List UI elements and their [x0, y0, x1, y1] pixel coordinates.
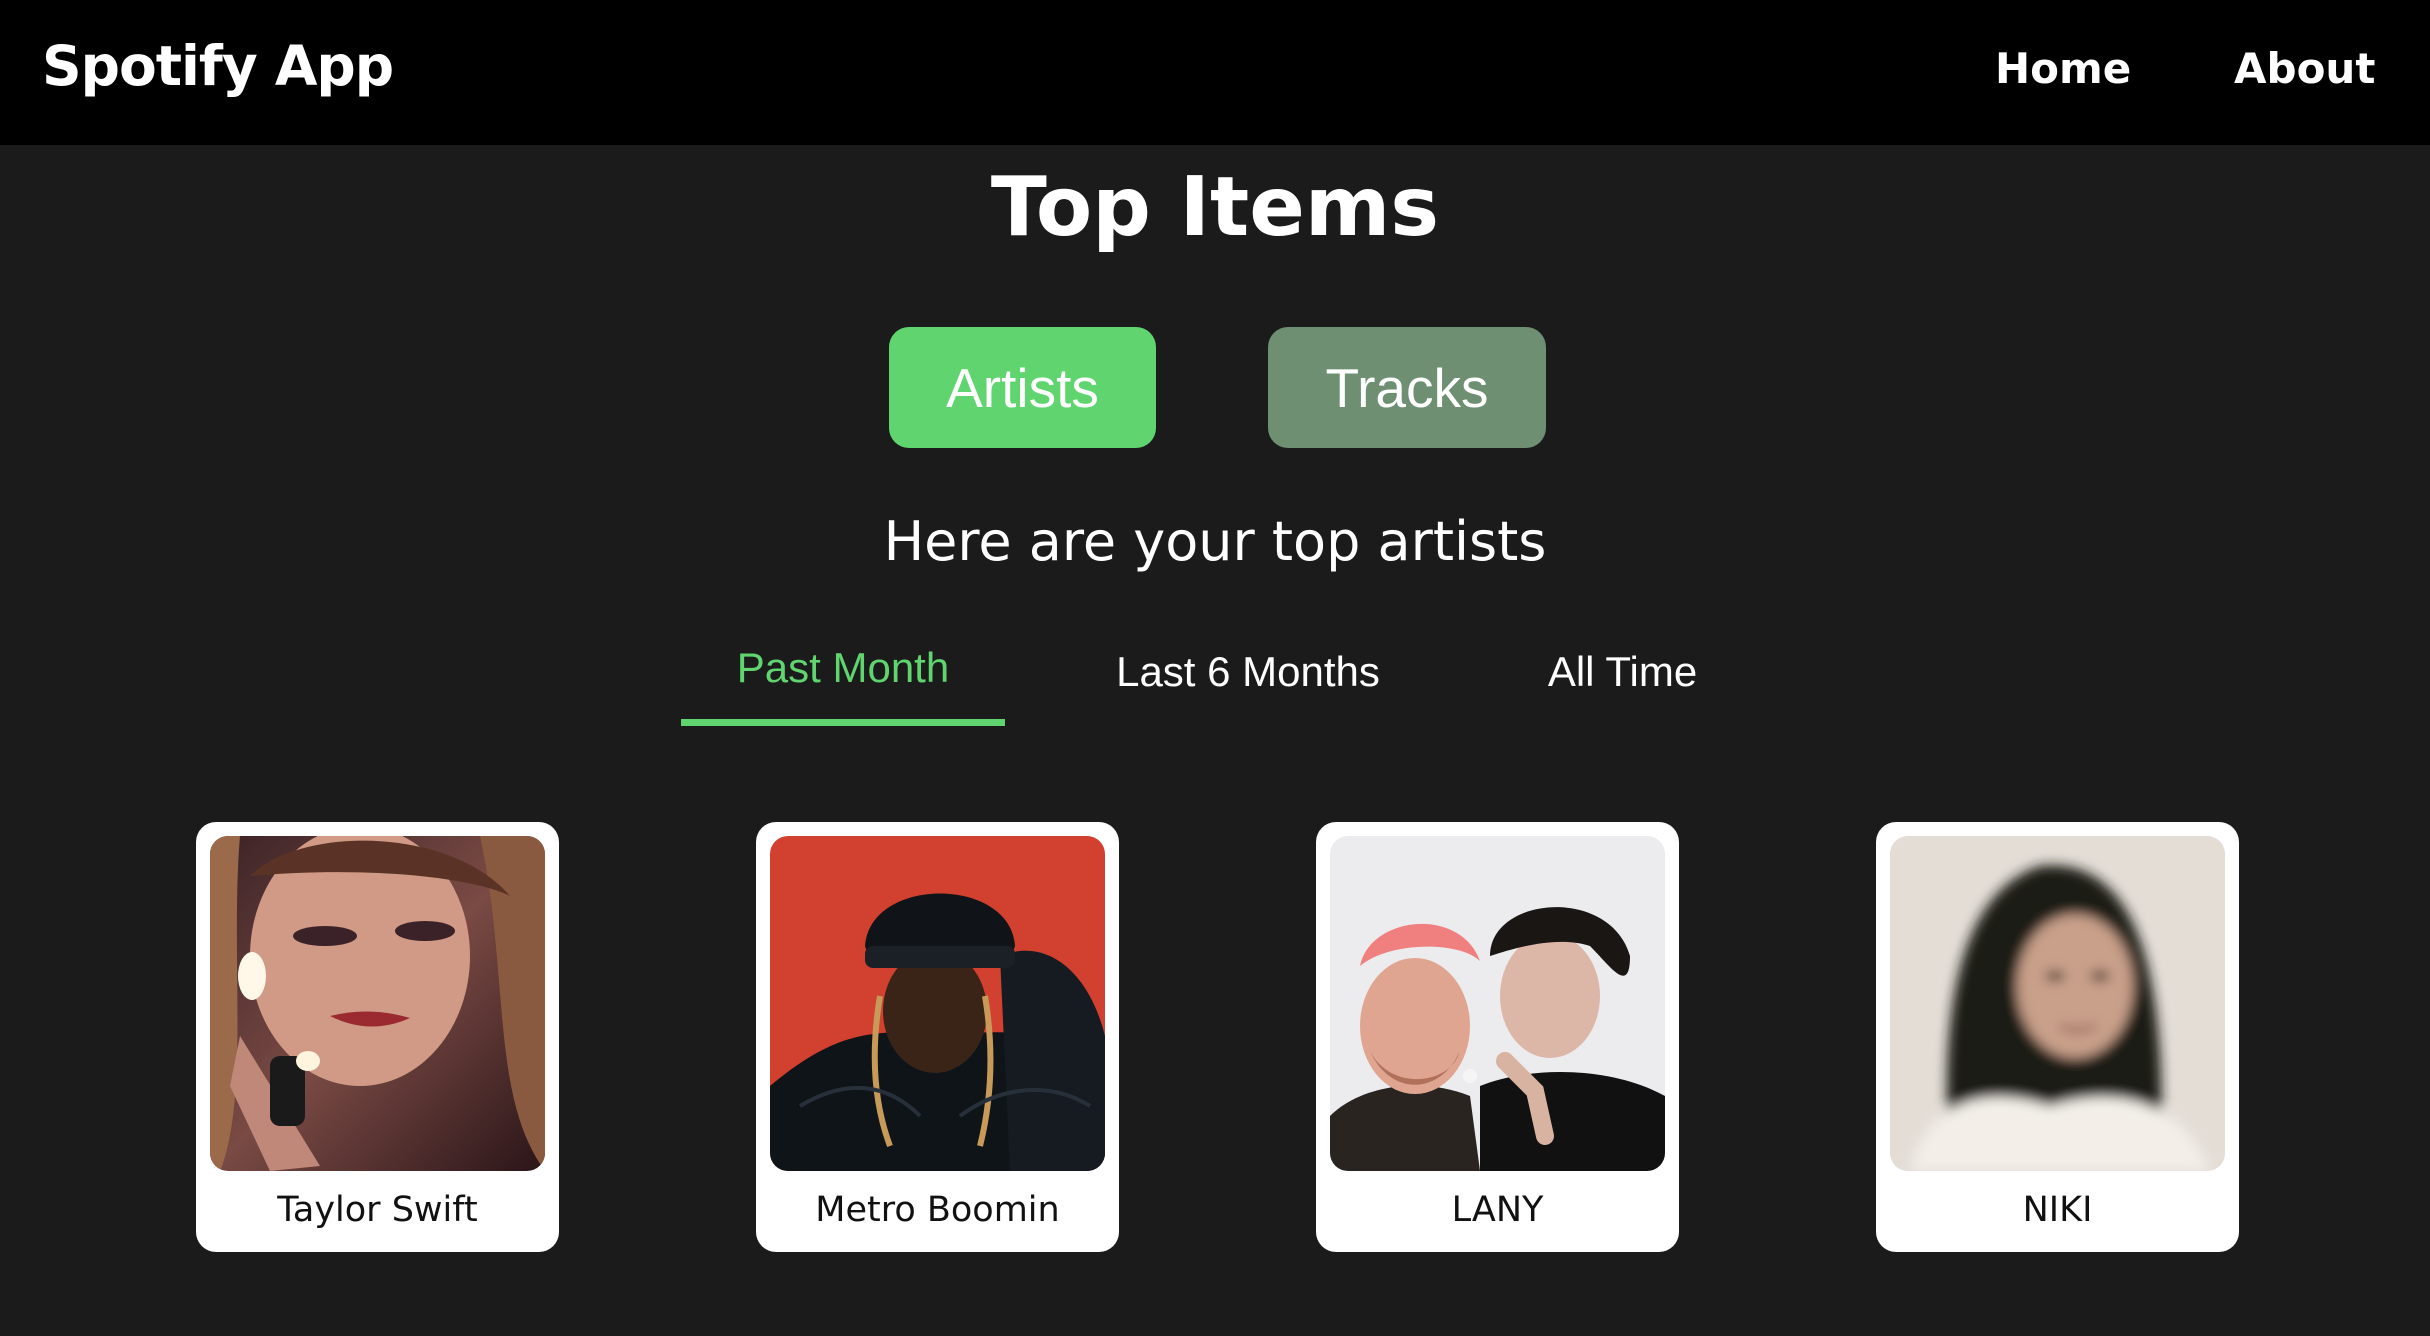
artist-card[interactable]: Taylor Swift	[196, 822, 559, 1252]
artist-name: Taylor Swift	[277, 1190, 478, 1230]
artist-photo	[210, 836, 545, 1171]
artist-card[interactable]: LANY	[1316, 822, 1679, 1252]
tab-all-time[interactable]: All Time	[1530, 648, 1715, 696]
artist-name: LANY	[1451, 1190, 1544, 1230]
artists-button[interactable]: Artists	[889, 327, 1156, 448]
artist-photo	[1330, 836, 1665, 1171]
artist-name: NIKI	[2022, 1190, 2093, 1230]
artist-photo-image	[1330, 836, 1665, 1171]
artist-name: Metro Boomin	[815, 1190, 1060, 1230]
artist-card[interactable]: Metro Boomin	[756, 822, 1119, 1252]
nav-home-link[interactable]: Home	[1995, 44, 2131, 93]
artist-photo-image	[210, 836, 545, 1171]
tracks-button[interactable]: Tracks	[1268, 327, 1546, 448]
artist-photo-image	[1890, 836, 2225, 1171]
active-tab-underline	[681, 719, 1005, 726]
page-title: Top Items	[990, 160, 1440, 255]
artist-card[interactable]: NIKI	[1876, 822, 2239, 1252]
section-subtitle: Here are your top artists	[883, 510, 1547, 573]
tab-last-6-months[interactable]: Last 6 Months	[1100, 648, 1396, 696]
navbar: Spotify App Home About	[0, 0, 2430, 145]
tab-past-month[interactable]: Past Month	[681, 644, 1005, 692]
brand-logo[interactable]: Spotify App	[42, 34, 394, 98]
artist-photo-image	[770, 836, 1105, 1171]
artist-photo	[1890, 836, 2225, 1171]
artist-photo	[770, 836, 1105, 1171]
nav-about-link[interactable]: About	[2234, 44, 2375, 93]
